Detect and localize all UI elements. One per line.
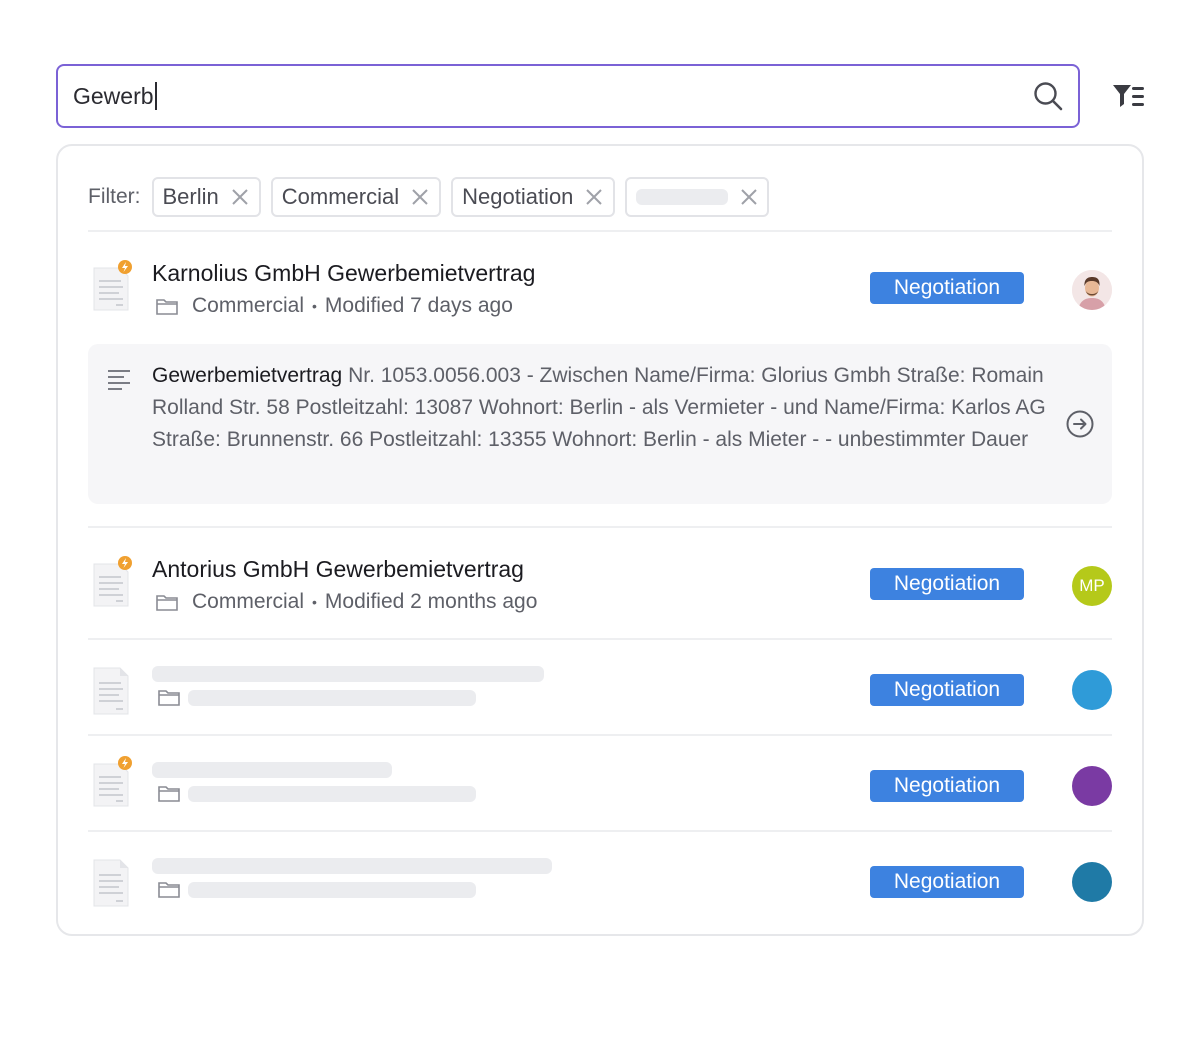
result-modified: Modified 2 months ago	[324, 590, 538, 613]
skeleton-bar	[636, 189, 729, 205]
document-icon	[93, 556, 132, 607]
filter-chip-berlin[interactable]: Berlin	[151, 177, 261, 217]
result-row-loading[interactable]: Negotiation	[88, 656, 1112, 736]
filter-chip-label: Negotiation	[462, 184, 574, 209]
text-align-left-icon	[108, 370, 130, 390]
document-icon	[93, 756, 132, 807]
folder-icon	[156, 296, 180, 316]
avatar[interactable]	[1072, 270, 1112, 310]
search-bar[interactable]: Gewerb	[56, 64, 1080, 128]
divider	[88, 734, 1112, 736]
search-input-value: Gewerb	[73, 82, 154, 109]
filter-chip-commercial[interactable]: Commercial	[270, 177, 442, 217]
filter-chip-placeholder[interactable]	[625, 177, 770, 217]
result-modified: Modified 7 days ago	[324, 294, 513, 317]
skeleton-title	[152, 858, 552, 874]
divider	[88, 230, 1112, 232]
snippet-text: Gewerbemietvertrag Nr. 1053.0056.003 - Z…	[152, 360, 1052, 456]
search-results-panel: Filter: Berlin Commercial Negotiation Ka…	[56, 144, 1144, 936]
skeleton-title	[152, 762, 392, 778]
result-row[interactable]: Antorius GmbH Gewerbemietvertrag Commerc…	[88, 552, 1112, 622]
result-row[interactable]: Karnolius GmbH Gewerbemietvertrag Commer…	[88, 256, 1112, 326]
status-badge[interactable]: Negotiation	[870, 568, 1024, 600]
result-meta: Commercial • Modified 2 months ago	[156, 590, 537, 614]
result-meta: Commercial • Modified 7 days ago	[156, 294, 513, 318]
result-title[interactable]: Karnolius GmbH Gewerbemietvertrag	[152, 260, 535, 287]
skeleton-meta	[188, 882, 476, 898]
avatar[interactable]	[1072, 766, 1112, 806]
result-row-loading[interactable]: Negotiation	[88, 848, 1112, 928]
result-category: Commercial	[192, 294, 305, 317]
status-badge[interactable]: Negotiation	[870, 770, 1024, 802]
result-row-loading[interactable]: Negotiation	[88, 752, 1112, 832]
divider	[88, 830, 1112, 832]
divider	[88, 526, 1112, 528]
skeleton-title	[152, 666, 544, 682]
close-icon[interactable]	[409, 186, 431, 208]
close-icon[interactable]	[583, 186, 605, 208]
snippet-highlight: Gewerbemietvertrag	[152, 364, 343, 387]
document-icon	[93, 260, 132, 311]
document-icon	[93, 667, 129, 715]
avatar[interactable]	[1072, 670, 1112, 710]
folder-icon	[158, 688, 180, 711]
filter-bar: Filter: Berlin Commercial Negotiation	[88, 176, 770, 218]
filter-list-icon[interactable]	[1108, 80, 1148, 112]
meta-separator: •	[312, 298, 317, 314]
result-category: Commercial	[192, 590, 305, 613]
divider	[88, 638, 1112, 640]
avatar[interactable]: MP	[1072, 566, 1112, 606]
folder-icon	[158, 784, 180, 807]
filter-label: Filter:	[88, 185, 141, 208]
folder-icon	[156, 592, 180, 612]
filter-chip-label: Commercial	[281, 184, 400, 209]
search-input[interactable]: Gewerb	[73, 82, 1032, 110]
filter-chip-negotiation[interactable]: Negotiation	[451, 177, 616, 217]
status-badge[interactable]: Negotiation	[870, 272, 1024, 304]
close-icon[interactable]	[738, 186, 759, 208]
search-snippet[interactable]: Gewerbemietvertrag Nr. 1053.0056.003 - Z…	[88, 344, 1112, 504]
text-caret	[154, 82, 157, 110]
document-icon	[93, 859, 129, 907]
result-title[interactable]: Antorius GmbH Gewerbemietvertrag	[152, 556, 524, 583]
close-icon[interactable]	[229, 186, 251, 208]
folder-icon	[158, 880, 180, 903]
arrow-right-circle-icon[interactable]	[1064, 408, 1096, 440]
meta-separator: •	[312, 594, 317, 610]
search-icon[interactable]	[1032, 80, 1064, 112]
avatar[interactable]	[1072, 862, 1112, 902]
skeleton-meta	[188, 786, 476, 802]
status-badge[interactable]: Negotiation	[870, 674, 1024, 706]
status-badge[interactable]: Negotiation	[870, 866, 1024, 898]
skeleton-meta	[188, 690, 476, 706]
filter-chip-label: Berlin	[162, 184, 219, 209]
